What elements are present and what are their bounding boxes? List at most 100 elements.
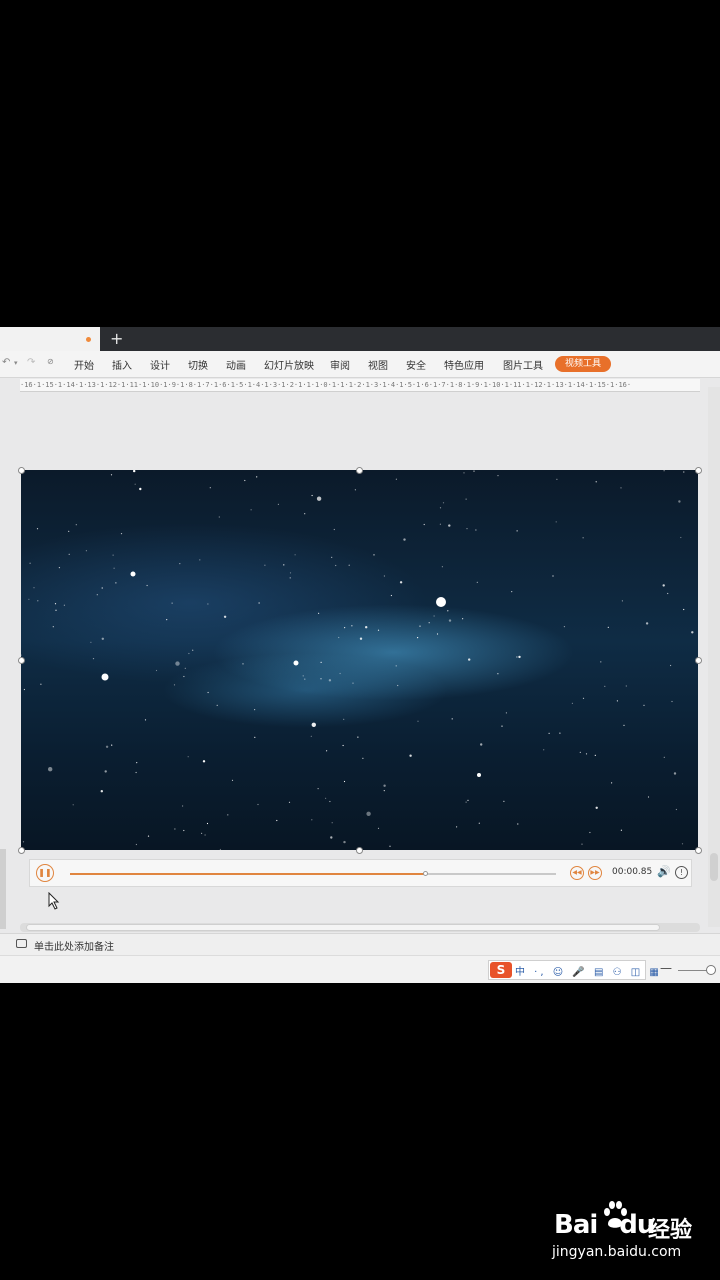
menu-slideshow[interactable]: 幻灯片放映 <box>264 357 314 372</box>
input-method-toolbar[interactable]: S 中 ·, ☺ 🎤 ▤ ⚇ ◫ ▦ <box>488 960 659 980</box>
undo-dropdown-icon[interactable]: ▾ <box>14 359 18 367</box>
star <box>343 780 346 783</box>
horizontal-scroll-thumb[interactable] <box>26 924 660 931</box>
menu-animations[interactable]: 动画 <box>226 357 246 372</box>
resize-handle-top-right[interactable] <box>695 467 702 474</box>
star <box>326 750 328 752</box>
document-tab[interactable] <box>0 327 100 351</box>
star <box>397 684 399 687</box>
star <box>342 744 344 747</box>
customize-quick-access-icon[interactable]: ⊘ <box>47 357 54 366</box>
star <box>600 661 602 663</box>
star <box>667 592 669 595</box>
star <box>40 683 42 685</box>
unsaved-indicator-icon <box>86 337 91 342</box>
star <box>254 736 256 738</box>
star <box>331 556 333 558</box>
star <box>175 661 180 666</box>
star <box>310 735 312 737</box>
resize-handle-left[interactable] <box>18 657 25 664</box>
resize-handle-bottom-left[interactable] <box>18 847 25 854</box>
resize-handle-top[interactable] <box>356 467 363 474</box>
notes-placeholder[interactable]: 单击此处添加备注 <box>34 938 114 953</box>
vertical-scrollbar[interactable] <box>708 387 720 927</box>
star <box>63 604 65 606</box>
star <box>333 528 335 531</box>
resize-handle-bottom[interactable] <box>356 847 363 854</box>
redo-icon[interactable]: ↷ <box>27 357 35 368</box>
star <box>250 509 252 511</box>
star <box>256 476 258 478</box>
star <box>620 829 623 831</box>
rewind-icon: ◀◀ <box>572 869 582 876</box>
watermark-url: jingyan.baidu.com <box>552 1244 682 1260</box>
document-tab-bar: + <box>0 327 720 351</box>
star <box>110 474 113 476</box>
menu-transitions[interactable]: 切换 <box>188 357 208 372</box>
star <box>611 782 613 784</box>
pause-button[interactable]: ❚❚ <box>36 864 54 882</box>
star <box>218 516 220 518</box>
mouse-cursor-icon <box>48 892 60 910</box>
starfield <box>21 470 694 850</box>
menu-video-tools[interactable]: 视频工具 <box>555 356 611 372</box>
star <box>395 478 397 480</box>
menu-security[interactable]: 安全 <box>406 357 426 372</box>
info-icon[interactable]: ! <box>675 866 688 879</box>
sogou-ime-logo[interactable]: S <box>490 962 512 978</box>
star <box>182 805 184 807</box>
menu-view[interactable]: 视图 <box>368 357 388 372</box>
star <box>283 564 285 566</box>
star <box>311 722 316 727</box>
menu-insert[interactable]: 插入 <box>112 357 132 372</box>
new-tab-button[interactable]: + <box>110 328 123 350</box>
star <box>320 678 322 680</box>
star <box>354 489 356 491</box>
zoom-slider-knob[interactable] <box>706 965 716 975</box>
star <box>187 756 189 758</box>
resize-handle-right[interactable] <box>695 657 702 664</box>
star <box>316 496 322 501</box>
video-frame[interactable] <box>21 470 698 850</box>
star <box>475 529 477 531</box>
star <box>383 790 385 792</box>
star <box>663 756 665 758</box>
volume-icon[interactable]: 🔊 <box>657 865 671 878</box>
star <box>171 602 173 604</box>
menu-review[interactable]: 审阅 <box>330 357 350 372</box>
star <box>456 826 458 828</box>
star <box>188 652 190 655</box>
undo-icon[interactable]: ↶ <box>2 357 10 368</box>
star <box>681 843 684 845</box>
resize-handle-bottom-right[interactable] <box>695 847 702 854</box>
star <box>339 672 341 675</box>
resize-handle-top-left[interactable] <box>18 467 25 474</box>
notes-pane[interactable]: 单击此处添加备注 <box>0 933 720 956</box>
star <box>390 594 392 597</box>
star <box>448 524 451 527</box>
forward-button[interactable]: ▶▶ <box>588 866 602 880</box>
rewind-button[interactable]: ◀◀ <box>570 866 584 880</box>
menu-home[interactable]: 开始 <box>74 357 94 372</box>
playback-progress-knob[interactable] <box>422 871 428 876</box>
ime-toolbar-icons[interactable]: 中 ·, ☺ 🎤 ▤ ⚇ ◫ ▦ <box>515 963 662 978</box>
star <box>516 530 518 532</box>
menu-picture-tools[interactable]: 图片工具 <box>503 357 543 372</box>
zoom-out-button[interactable]: — <box>660 961 672 975</box>
star <box>244 479 246 482</box>
vertical-scroll-thumb[interactable] <box>710 853 718 881</box>
star <box>166 619 168 621</box>
star <box>173 684 176 686</box>
star <box>409 754 412 757</box>
star <box>112 554 114 556</box>
menu-design[interactable]: 设计 <box>150 357 170 372</box>
menu-featured-apps[interactable]: 特色应用 <box>444 357 484 372</box>
star <box>115 582 117 584</box>
star <box>548 732 550 734</box>
horizontal-ruler: ·16·1·15·1·14·1·13·1·12·1·11·1·10·1·9·1·… <box>20 379 700 392</box>
star <box>120 533 123 535</box>
star <box>344 627 346 629</box>
star <box>277 503 279 505</box>
ribbon-menu-bar: ↶ ▾ ↷ ⊘ 开始 插入 设计 切换 动画 幻灯片放映 审阅 视图 安全 特色… <box>0 351 720 378</box>
playback-progress-track[interactable] <box>70 871 556 876</box>
